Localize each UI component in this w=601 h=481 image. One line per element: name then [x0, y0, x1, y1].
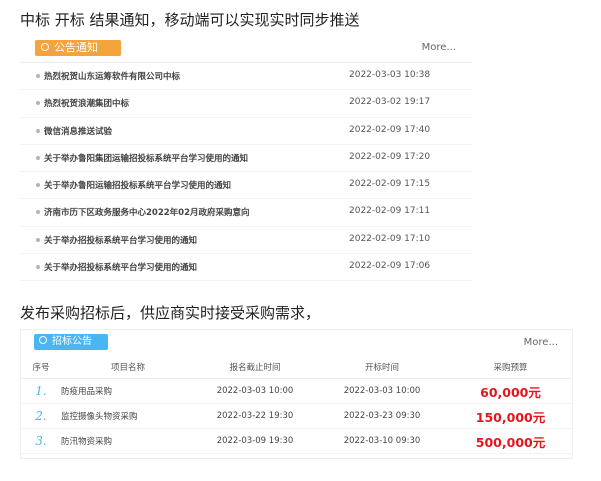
notice-item-date: 2022-02-09 17:11: [349, 206, 431, 217]
bid-table: 序号 项目名称 报名截止时间 开标时间 采购预算 1. 防疫用品采购 2022-…: [21, 356, 572, 454]
notice-item[interactable]: 关于举办招投标系统平台学习使用的通知 2022-02-09 17:10: [20, 227, 472, 255]
circle-icon: [39, 336, 47, 344]
notice-item-date: 2022-02-09 17:20: [349, 151, 431, 162]
col-header-no: 序号: [21, 356, 61, 379]
project-name[interactable]: 防疫用品采购: [61, 378, 195, 404]
notice-item-title[interactable]: 热烈祝贺浪潮集团中标: [44, 97, 129, 109]
notice-item[interactable]: 热烈祝贺浪潮集团中标 2022-03-02 19:17: [20, 90, 472, 118]
open-time-cell: 2022-03-03 10:00: [315, 378, 449, 404]
notice-item-date: 2022-02-09 17:15: [349, 179, 431, 190]
col-header-name: 项目名称: [61, 356, 195, 379]
deadline-cell: 2022-03-09 19:30: [195, 428, 315, 454]
row-number: 1.: [35, 384, 47, 398]
bid-tab[interactable]: 招标公告: [34, 334, 108, 350]
notice-item-date: 2022-03-03 10:38: [349, 70, 431, 80]
notice-item-date: 2022-03-02 19:17: [349, 97, 431, 108]
bullet-icon: [36, 210, 40, 215]
notice-item[interactable]: 关于举办鲁阳运输招投标系统平台学习使用的通知 2022-02-09 17:15: [20, 172, 472, 200]
notice-item[interactable]: 热烈祝贺山东运筹软件有限公司中标 2022-03-03 10:38: [20, 63, 472, 91]
notice-panel: 公告通知 More... 热烈祝贺山东运筹软件有限公司中标 2022-03-03…: [20, 34, 472, 296]
bullet-icon: [36, 265, 40, 270]
notice-item-title[interactable]: 关于举办鲁阳运输招投标系统平台学习使用的通知: [44, 179, 231, 191]
notice-item-date: 2022-02-09 17:40: [349, 124, 431, 135]
bullet-icon: [36, 128, 40, 133]
budget-value: 60,000元: [480, 384, 541, 400]
bullet-icon: [36, 74, 40, 78]
notice-more-link[interactable]: More...: [422, 42, 456, 53]
notice-item-date: 2022-02-09 17:06: [349, 261, 431, 272]
notice-item-title[interactable]: 关于举办鲁阳集团运输招投标系统平台学习使用的通知: [44, 152, 248, 164]
bid-tab-label: 招标公告: [52, 336, 92, 347]
budget-value: 150,000元: [475, 409, 546, 425]
col-header-open-time: 开标时间: [315, 356, 449, 379]
notice-item-title[interactable]: 关于举办招投标系统平台学习使用的通知: [44, 234, 197, 246]
notice-item[interactable]: 关于举办鲁阳集团运输招投标系统平台学习使用的通知 2022-02-09 17:2…: [20, 145, 472, 173]
table-row[interactable]: 3. 防汛物资采购 2022-03-09 19:30 2022-03-10 09…: [21, 428, 572, 454]
table-row[interactable]: 2. 监控摄像头物资采购 2022-03-22 19:30 2022-03-23…: [21, 403, 572, 429]
notice-item[interactable]: 微信消息推送试验 2022-02-09 17:40: [20, 118, 472, 145]
bullet-icon: [36, 183, 40, 188]
notice-tab[interactable]: 公告通知: [35, 40, 121, 56]
bullet-icon: [36, 155, 40, 160]
circle-icon: [41, 43, 49, 51]
notice-tab-label: 公告通知: [54, 41, 98, 54]
notice-section-heading: 中标 开标 结果通知，移动端可以实现实时同步推送: [20, 11, 360, 29]
bid-section-heading: 发布采购招标后，供应商实时接受采购需求，: [20, 304, 321, 322]
row-number: 3.: [35, 434, 47, 448]
project-name[interactable]: 防汛物资采购: [61, 428, 195, 454]
notice-item-title[interactable]: 关于举办招投标系统平台学习使用的通知: [44, 261, 197, 273]
notice-item-date: 2022-02-09 17:10: [349, 233, 431, 244]
project-name[interactable]: 监控摄像头物资采购: [61, 403, 195, 429]
budget-value: 500,000元: [475, 434, 546, 450]
col-header-deadline: 报名截止时间: [195, 356, 315, 379]
open-time-cell: 2022-03-10 09:30: [315, 428, 449, 454]
notice-item-title[interactable]: 微信消息推送试验: [44, 125, 112, 137]
notice-item[interactable]: 济南市历下区政务服务中心2022年02月政府采购意向 2022-02-09 17…: [20, 199, 472, 227]
bullet-icon: [36, 237, 40, 242]
bid-table-header: 序号 项目名称 报名截止时间 开标时间 采购预算: [21, 356, 572, 379]
row-number: 2.: [35, 409, 47, 423]
bid-panel: 招标公告 More... 序号 项目名称 报名截止时间 开标时间 采购预算 1.…: [20, 329, 573, 459]
col-header-budget: 采购预算: [449, 356, 572, 379]
bid-more-link[interactable]: More...: [524, 337, 558, 348]
notice-list: 热烈祝贺山东运筹软件有限公司中标 2022-03-03 10:38 热烈祝贺浪潮…: [20, 63, 472, 282]
notice-panel-header: 公告通知 More...: [20, 34, 472, 63]
bullet-icon: [36, 101, 40, 106]
open-time-cell: 2022-03-23 09:30: [315, 403, 449, 429]
deadline-cell: 2022-03-22 19:30: [195, 403, 315, 429]
notice-item-title[interactable]: 热烈祝贺山东运筹软件有限公司中标: [44, 70, 180, 82]
notice-item-title[interactable]: 济南市历下区政务服务中心2022年02月政府采购意向: [44, 206, 250, 218]
deadline-cell: 2022-03-03 10:00: [195, 378, 315, 404]
notice-item[interactable]: 关于举办招投标系统平台学习使用的通知 2022-02-09 17:06: [20, 254, 472, 282]
table-row[interactable]: 1. 防疫用品采购 2022-03-03 10:00 2022-03-03 10…: [21, 378, 572, 404]
